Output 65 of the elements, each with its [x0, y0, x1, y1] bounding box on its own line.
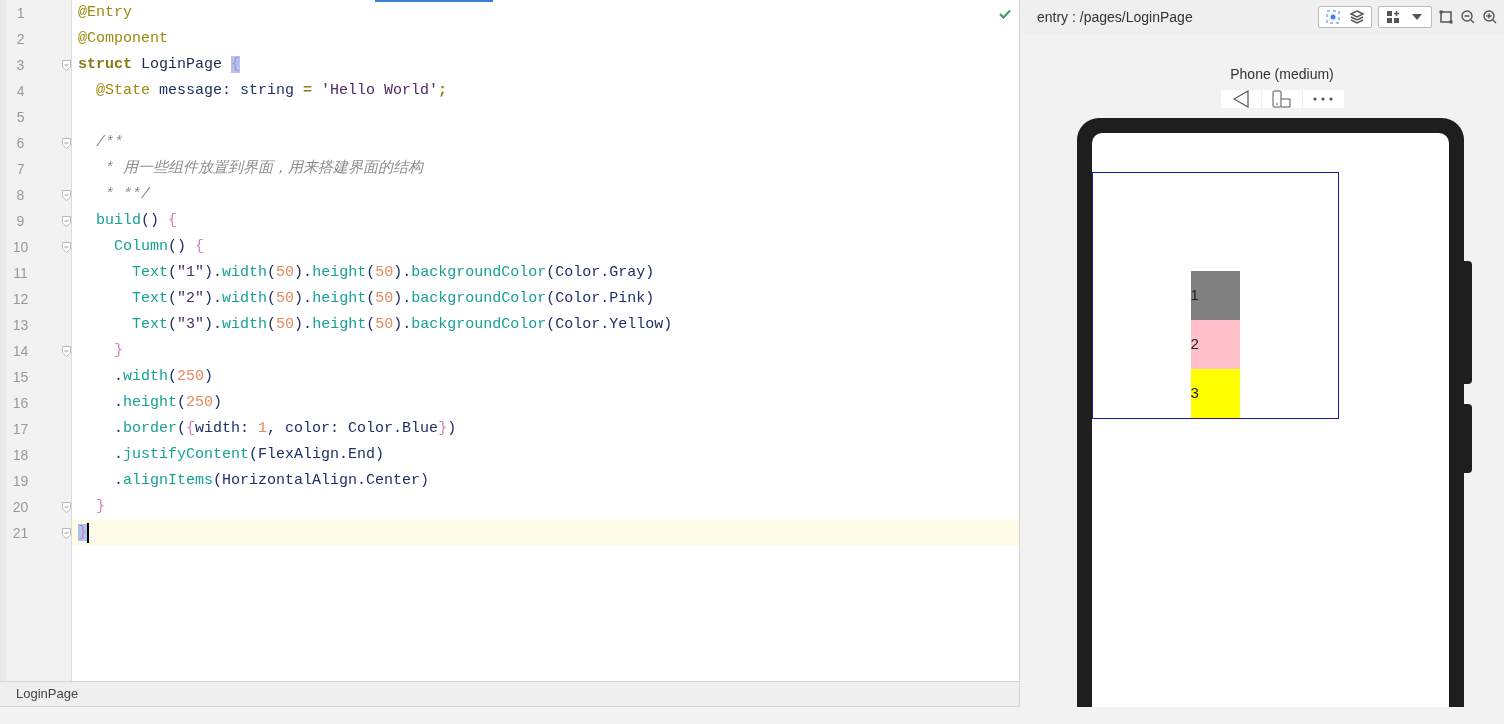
code-line: /** — [95, 133, 123, 153]
code-line: .width(250) — [113, 367, 214, 387]
line-number: 1 — [15, 3, 26, 23]
code-line: @Entry — [78, 3, 132, 23]
line-number: 5 — [15, 107, 26, 127]
code-line: Column() { — [113, 237, 205, 257]
line-number: 12 — [11, 289, 30, 309]
fold-icon[interactable] — [62, 501, 71, 513]
code-line: struct LoginPage { — [78, 55, 241, 75]
line-number: 20 — [11, 497, 30, 517]
text-cursor — [87, 523, 89, 543]
line-number: 4 — [15, 81, 26, 101]
line-number: 11 — [12, 263, 29, 283]
code-line: @State message: string = 'Hello World'; — [95, 81, 448, 101]
code-line: * **/ — [104, 185, 150, 205]
more-icon — [1313, 97, 1333, 101]
text-block: 2 — [1190, 320, 1240, 369]
text-block: 3 — [1190, 369, 1240, 418]
rotate-device-icon — [1271, 90, 1292, 108]
code-line: .height(250) — [113, 393, 223, 413]
line-number: 7 — [15, 159, 26, 179]
line-number: 15 — [11, 367, 30, 387]
page-path: entry : /pages/LoginPage — [1037, 7, 1193, 27]
code-line: .alignItems(HorizontalAlign.Center) — [113, 471, 430, 491]
fold-icon[interactable] — [62, 189, 71, 201]
line-number: 2 — [15, 29, 26, 49]
text-block: 1 — [1190, 271, 1240, 320]
back-icon — [1232, 90, 1249, 108]
fold-icon[interactable] — [62, 59, 71, 71]
device-label: Phone (medium) — [1230, 65, 1334, 84]
zoom-in-icon[interactable] — [1482, 9, 1498, 25]
line-number: 14 — [11, 341, 30, 361]
code-line: Text("1").width(50).height(50).backgroundColor(Color.Gray) — [131, 263, 655, 283]
line-number: 10 — [11, 237, 30, 257]
line-number: 13 — [11, 315, 30, 335]
fold-icon[interactable] — [62, 215, 71, 227]
line-number: 6 — [15, 133, 26, 153]
code-line: .border({width: 1, color: Color.Blue}) — [113, 419, 457, 439]
code-line: .justifyContent(FlexAlign.End) — [113, 445, 385, 465]
line-number: 3 — [15, 55, 26, 75]
check-icon — [999, 9, 1011, 19]
code-line: } — [113, 341, 123, 361]
fold-icon[interactable] — [62, 137, 71, 149]
inspect-icon[interactable] — [1325, 9, 1341, 25]
fold-icon[interactable] — [62, 345, 71, 357]
code-line: @Component — [78, 29, 168, 49]
grid-icon[interactable] — [1385, 9, 1401, 25]
line-number: 9 — [15, 211, 26, 231]
breadcrumb[interactable]: LoginPage — [16, 684, 79, 704]
fold-icon[interactable] — [62, 241, 71, 253]
line-number: 16 — [11, 393, 30, 413]
line-number: 19 — [11, 471, 30, 491]
code-line: build() { — [95, 211, 178, 231]
layers-icon[interactable] — [1349, 9, 1365, 25]
line-number: 8 — [15, 185, 26, 205]
line-number: 17 — [11, 419, 30, 439]
code-line: * 用一些组件放置到界面，用来搭建界面的结构 — [104, 159, 423, 179]
zoom-out-icon[interactable] — [1460, 9, 1476, 25]
frame-icon[interactable] — [1438, 9, 1454, 25]
line-number: 18 — [11, 445, 30, 465]
code-line: } — [95, 497, 105, 517]
line-number: 21 — [11, 523, 30, 543]
code-line: Text("2").width(50).height(50).backgroundColor(Color.Pink) — [131, 289, 655, 309]
code-line: Text("3").width(50).height(50).backgroundColor(Color.Yellow) — [131, 315, 673, 335]
fold-icon[interactable] — [62, 527, 71, 539]
